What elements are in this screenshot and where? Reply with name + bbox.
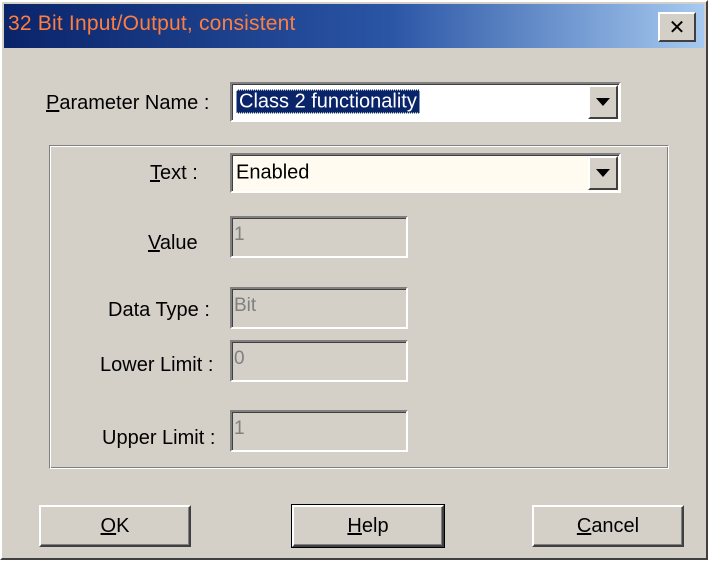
value-label: Value bbox=[148, 232, 198, 254]
ok-button[interactable]: OK bbox=[39, 505, 191, 547]
window-title: 32 Bit Input/Output, consistent bbox=[8, 12, 296, 35]
text-value: Enabled bbox=[236, 161, 310, 184]
parameter-name-dropdown[interactable]: Class 2 functionality bbox=[230, 82, 621, 122]
upper-limit-value: 1 bbox=[234, 418, 245, 439]
help-button[interactable]: Help bbox=[291, 504, 445, 548]
data-type-label: Data Type : bbox=[108, 299, 210, 321]
parameter-dropdown-button[interactable] bbox=[588, 85, 618, 119]
chevron-down-icon bbox=[596, 169, 610, 177]
parameter-name-value: Class 2 functionality bbox=[236, 89, 420, 114]
close-icon: ✕ bbox=[668, 16, 686, 39]
upper-limit-field[interactable]: 1 bbox=[230, 410, 408, 452]
text-dropdown[interactable]: Enabled bbox=[230, 153, 621, 193]
data-type-field[interactable]: Bit bbox=[230, 287, 408, 329]
lower-limit-label: Lower Limit : bbox=[100, 354, 214, 376]
text-label: Text : bbox=[150, 162, 198, 184]
parameter-name-label: Parameter Name : bbox=[46, 92, 210, 114]
title-bar[interactable]: 32 Bit Input/Output, consistent ✕ bbox=[4, 4, 704, 48]
chevron-down-icon bbox=[596, 98, 610, 106]
lower-limit-field[interactable]: 0 bbox=[230, 340, 408, 382]
value-field-value: 1 bbox=[234, 224, 245, 245]
lower-limit-value: 0 bbox=[234, 348, 245, 369]
text-dropdown-button[interactable] bbox=[588, 156, 618, 190]
value-field[interactable]: 1 bbox=[230, 216, 408, 258]
cancel-button[interactable]: Cancel bbox=[532, 505, 684, 547]
data-type-value: Bit bbox=[234, 295, 257, 316]
dialog-window: 32 Bit Input/Output, consistent ✕ Parame… bbox=[0, 0, 708, 560]
close-button[interactable]: ✕ bbox=[658, 12, 696, 42]
upper-limit-label: Upper Limit : bbox=[102, 427, 216, 449]
